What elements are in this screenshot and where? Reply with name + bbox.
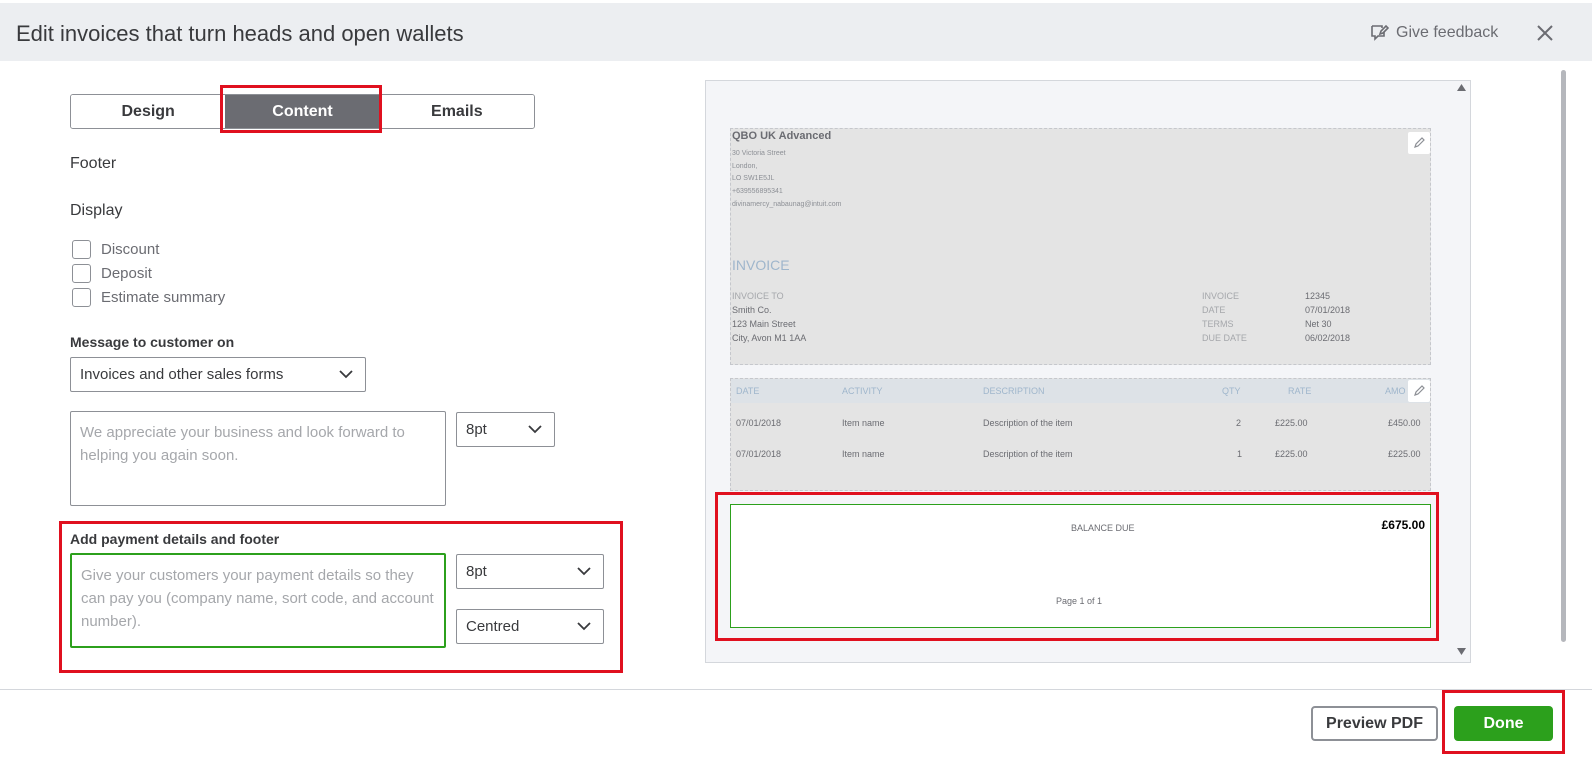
invoice-preview[interactable]: QBO UK Advanced 30 Victoria Street Londo… — [705, 80, 1471, 663]
edit-items-button[interactable] — [1408, 380, 1430, 402]
invoice-title: INVOICE — [732, 257, 790, 273]
cell-description: Description of the item — [983, 418, 1073, 428]
estimate-summary-label: Estimate summary — [101, 289, 226, 306]
payment-alignment-value: Centred — [466, 618, 520, 635]
edit-header-button[interactable] — [1408, 132, 1430, 154]
message-font-size-value: 8pt — [466, 421, 487, 438]
tab-bar: Design Content Emails — [70, 94, 535, 129]
tab-emails[interactable]: Emails — [379, 95, 534, 128]
deposit-checkbox[interactable] — [72, 264, 91, 283]
table-header — [731, 379, 1430, 403]
meta-value: 07/01/2018 — [1305, 305, 1351, 315]
page-scrollbar[interactable] — [1561, 70, 1566, 642]
scroll-down-icon[interactable] — [1457, 648, 1466, 655]
close-icon[interactable] — [1535, 23, 1555, 43]
estimate-summary-checkbox[interactable] — [72, 288, 91, 307]
column-header: DESCRIPTION — [983, 386, 1045, 396]
cell-description: Description of the item — [983, 449, 1073, 459]
tab-design[interactable]: Design — [71, 95, 226, 128]
meta-value: 12345 — [1305, 291, 1331, 301]
cell-amount: £225.00 — [1388, 449, 1421, 459]
address-line: +639556895341 — [732, 188, 783, 195]
feedback-label: Give feedback — [1396, 24, 1499, 41]
cell-date: 07/01/2018 — [736, 418, 782, 428]
cell-qty: 1 — [1237, 449, 1243, 459]
give-feedback-link[interactable]: Give feedback — [1369, 23, 1498, 43]
chevron-down-icon — [339, 370, 353, 379]
meta-label: DUE DATE — [1202, 333, 1247, 343]
cell-rate: £225.00 — [1275, 449, 1308, 459]
section-heading: Footer — [70, 155, 117, 172]
invoice-footer-section[interactable]: BALANCE DUE £675.00 Page 1 of 1 — [730, 504, 1431, 628]
company-name: QBO UK Advanced — [732, 130, 832, 142]
payment-details-label: Add payment details and footer — [70, 531, 280, 547]
address-line: 30 Victoria Street — [732, 150, 786, 157]
meta-label: TERMS — [1202, 319, 1234, 329]
deposit-label: Deposit — [101, 265, 152, 282]
chevron-down-icon — [528, 425, 542, 434]
address-line: divinamercy_nabaunag@intuit.com — [732, 201, 842, 208]
feedback-icon — [1371, 24, 1389, 41]
line-items-section[interactable]: DATE ACTIVITY DESCRIPTION QTY RATE AMO 0… — [730, 378, 1431, 491]
message-on-value: Invoices and other sales forms — [80, 366, 284, 383]
bill-to-line: City, Avon M1 1AA — [732, 333, 807, 343]
modal-header: Edit invoices that turn heads and open w… — [0, 0, 1592, 61]
cell-rate: £225.00 — [1275, 418, 1308, 428]
meta-label: INVOICE — [1202, 291, 1240, 301]
message-textarea[interactable]: We appreciate your business and look for… — [70, 411, 446, 506]
tab-content[interactable]: Content — [225, 95, 380, 128]
column-header: RATE — [1288, 386, 1312, 396]
deposit-option: Deposit — [72, 264, 152, 283]
payment-alignment-select[interactable]: Centred — [456, 609, 604, 644]
payment-details-textarea[interactable]: Give your customers your payment details… — [70, 553, 446, 648]
preview-pdf-button[interactable]: Preview PDF — [1311, 706, 1438, 741]
page-title: Edit invoices that turn heads and open w… — [16, 21, 464, 46]
cell-amount: £450.00 — [1388, 418, 1421, 428]
bill-to-label: INVOICE TO — [732, 291, 784, 301]
invoice-header-section[interactable]: QBO UK Advanced 30 Victoria Street Londo… — [730, 128, 1431, 365]
address-line: LO SW1E5JL — [732, 175, 775, 182]
pencil-icon — [1414, 137, 1425, 148]
chevron-down-icon — [577, 567, 591, 576]
message-font-size-select[interactable]: 8pt — [456, 412, 555, 447]
balance-due-value: £675.00 — [1381, 518, 1425, 532]
done-button[interactable]: Done — [1454, 706, 1553, 741]
column-header: QTY — [1222, 386, 1241, 396]
chevron-down-icon — [577, 622, 591, 631]
column-header: ACTIVITY — [842, 386, 883, 396]
column-header: AMO — [1385, 386, 1406, 396]
message-label: Message to customer on — [70, 334, 235, 350]
meta-value: Net 30 — [1305, 319, 1332, 329]
payment-font-size-select[interactable]: 8pt — [456, 554, 604, 589]
discount-checkbox[interactable] — [72, 240, 91, 259]
cell-activity: Item name — [842, 449, 885, 459]
payment-font-size-value: 8pt — [466, 563, 487, 580]
discount-option: Discount — [72, 240, 159, 259]
balance-due-label: BALANCE DUE — [1071, 523, 1135, 533]
pencil-icon — [1414, 385, 1425, 396]
cell-date: 07/01/2018 — [736, 449, 782, 459]
estimate-summary-option: Estimate summary — [72, 288, 225, 307]
scroll-up-icon[interactable] — [1457, 84, 1466, 91]
page-number: Page 1 of 1 — [1056, 596, 1103, 606]
display-label: Display — [70, 202, 123, 219]
address-line: London, — [732, 163, 758, 170]
message-on-select[interactable]: Invoices and other sales forms — [70, 357, 366, 392]
bill-to-line: Smith Co. — [732, 305, 772, 315]
cell-activity: Item name — [842, 418, 885, 428]
meta-label: DATE — [1202, 305, 1226, 315]
discount-label: Discount — [101, 241, 160, 258]
bill-to-line: 123 Main Street — [732, 319, 796, 329]
cell-qty: 2 — [1236, 418, 1242, 428]
column-header: DATE — [736, 386, 760, 396]
meta-value: 06/02/2018 — [1305, 333, 1351, 343]
